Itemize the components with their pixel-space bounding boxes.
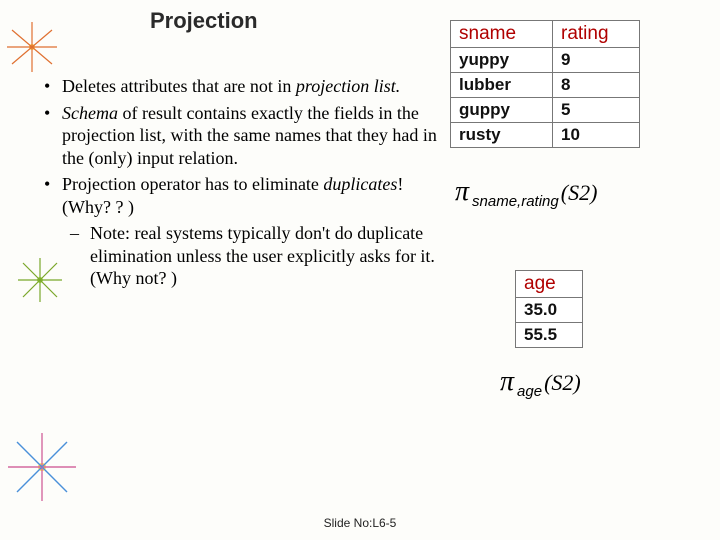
pi-symbol: π [455, 178, 469, 206]
bullet-3: Projection operator has to eliminate dup… [62, 173, 440, 290]
formula-pi-sname-rating: π sname,rating (S2) [455, 178, 597, 206]
table-row: rusty 10 [451, 123, 640, 148]
table-header: rating [553, 21, 640, 48]
bullet-2-text: of result contains exactly the fields in… [62, 103, 437, 168]
table-row: age [516, 271, 583, 298]
bullet-1-em: projection list. [296, 76, 400, 96]
formula-arg: (S2) [544, 370, 581, 396]
table-row: guppy 5 [451, 98, 640, 123]
table-cell: lubber [451, 73, 553, 98]
sub-bullet-note: Note: real systems typically don't do du… [90, 222, 440, 290]
table-cell: 35.0 [516, 298, 583, 323]
table-sname-rating: sname rating yuppy 9 lubber 8 guppy 5 ru… [450, 20, 640, 148]
formula-subscript: age [517, 383, 542, 400]
table-cell: guppy [451, 98, 553, 123]
table-cell: 5 [553, 98, 640, 123]
bullet-1: Deletes attributes that are not in proje… [62, 75, 440, 98]
slide-footer: Slide No:L6-5 [0, 516, 720, 530]
table-header: age [516, 271, 583, 298]
table-cell: 8 [553, 73, 640, 98]
table-cell: 55.5 [516, 323, 583, 348]
table-cell: 10 [553, 123, 640, 148]
bullet-3-em: duplicates [323, 174, 397, 194]
firework-decoration [5, 20, 60, 75]
firework-decoration [5, 430, 80, 505]
bullet-2-em: Schema [62, 103, 118, 123]
formula-subscript: sname,rating [472, 193, 559, 210]
pi-symbol: π [500, 368, 514, 396]
table-cell: 9 [553, 48, 640, 73]
slide-title: Projection [150, 8, 258, 34]
body-text: Deletes attributes that are not in proje… [40, 75, 440, 294]
bullet-2: Schema of result contains exactly the fi… [62, 102, 440, 170]
table-row: yuppy 9 [451, 48, 640, 73]
formula-arg: (S2) [561, 180, 598, 206]
bullet-3-pre: Projection operator has to eliminate [62, 174, 323, 194]
table-age: age 35.0 55.5 [515, 270, 583, 348]
formula-pi-age: π age (S2) [500, 368, 581, 396]
table-header: sname [451, 21, 553, 48]
table-row: lubber 8 [451, 73, 640, 98]
table-row: sname rating [451, 21, 640, 48]
bullet-1-text: Deletes attributes that are not in [62, 76, 296, 96]
table-cell: rusty [451, 123, 553, 148]
slide: Projection Deletes attributes that are n… [0, 0, 720, 540]
table-row: 55.5 [516, 323, 583, 348]
table-cell: yuppy [451, 48, 553, 73]
table-row: 35.0 [516, 298, 583, 323]
